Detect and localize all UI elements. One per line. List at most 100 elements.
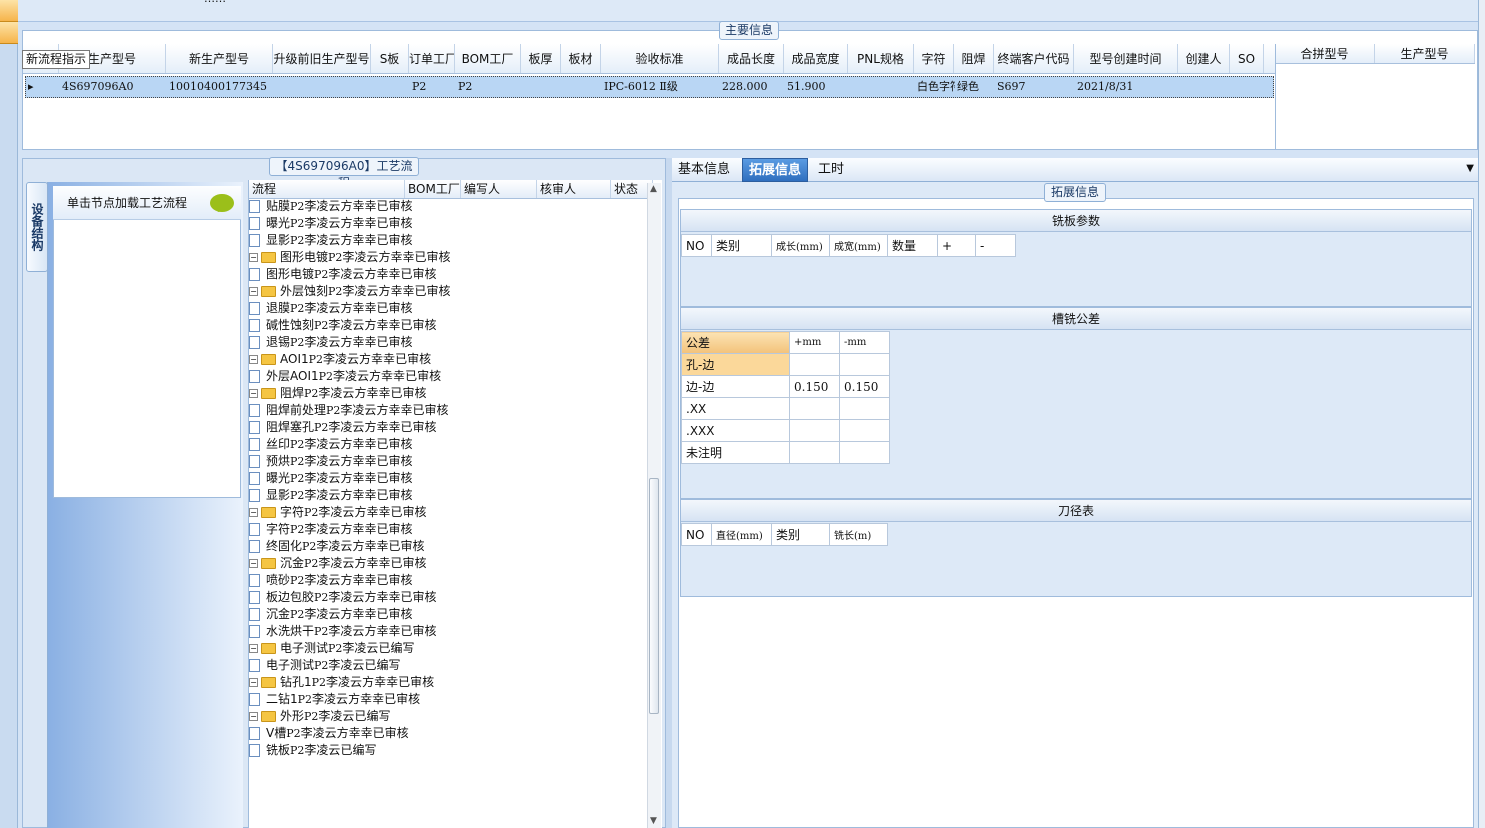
dock-tab-1[interactable]: [0, 0, 18, 22]
tree-node[interactable]: 显影: [249, 233, 290, 247]
tree-column-header[interactable]: 核审人: [537, 180, 611, 198]
column-header[interactable]: 终端客户代码: [994, 44, 1074, 73]
grid-cell[interactable]: 4S697096A0: [60, 77, 167, 97]
slot-tolerance-row[interactable]: 边-边 0.150 0.150: [681, 375, 890, 398]
collapse-icon[interactable]: −: [249, 253, 258, 262]
tree-row[interactable]: 水洗烘干P2李凌云方幸幸已审核: [249, 622, 662, 639]
tree-row[interactable]: 外层AOI1P2李凌云方幸幸已审核: [249, 367, 662, 384]
tree-node[interactable]: 碱性蚀刻: [249, 318, 314, 332]
slot-tolerance-value[interactable]: [839, 353, 890, 376]
tree-row[interactable]: 电子测试P2李凌云已编写: [249, 656, 662, 673]
grid-cell[interactable]: [1179, 77, 1231, 97]
tree-row[interactable]: − 外形P2李凌云已编写: [249, 707, 662, 724]
tree-node[interactable]: 图形电镀: [249, 267, 314, 281]
tree-node[interactable]: 阻焊塞孔: [249, 420, 314, 434]
collapse-icon[interactable]: −: [249, 644, 258, 653]
tree-node[interactable]: 预烘: [249, 454, 290, 468]
tree-node[interactable]: − 电子测试: [249, 641, 328, 655]
tree-row[interactable]: − AOI1P2李凌云方幸幸已审核: [249, 350, 662, 367]
grid-cell[interactable]: 10010400177345: [167, 77, 274, 97]
tree-row[interactable]: 退锡P2李凌云方幸幸已审核: [249, 333, 662, 350]
tab-work-hours[interactable]: 工时: [812, 158, 850, 182]
tree-node[interactable]: − 阻焊: [249, 386, 304, 400]
side-column-header[interactable]: 生产型号: [1375, 44, 1475, 63]
tree-node[interactable]: 水洗烘干: [249, 624, 314, 638]
grid-cell[interactable]: 白色字符: [915, 77, 955, 97]
slot-tolerance-row[interactable]: .XX: [681, 397, 890, 420]
column-header[interactable]: 字符: [914, 44, 954, 73]
tree-row[interactable]: 图形电镀P2李凌云方幸幸已审核: [249, 265, 662, 282]
tree-node[interactable]: 字符: [249, 522, 290, 536]
tree-row[interactable]: 阻焊前处理P2李凌云方幸幸已审核: [249, 401, 662, 418]
column-header[interactable]: 升级前旧生产型号: [273, 44, 371, 73]
collapse-icon[interactable]: −: [249, 559, 258, 568]
tree-row[interactable]: 喷砂P2李凌云方幸幸已审核: [249, 571, 662, 588]
slot-tolerance-row[interactable]: 未注明: [681, 441, 890, 464]
tree-row[interactable]: 二钻1P2李凌云方幸幸已审核: [249, 690, 662, 707]
tree-node[interactable]: − 外形: [249, 709, 304, 723]
tree-row[interactable]: 板边包胶P2李凌云方幸幸已审核: [249, 588, 662, 605]
tree-node[interactable]: 外层AOI1: [249, 369, 319, 383]
column-header[interactable]: 新生产型号: [166, 44, 273, 73]
slot-tolerance-value[interactable]: 0.150: [839, 375, 890, 398]
tree-row[interactable]: 沉金P2李凌云方幸幸已审核: [249, 605, 662, 622]
tree-node[interactable]: 显影: [249, 488, 290, 502]
tree-row[interactable]: − 沉金P2李凌云方幸幸已审核: [249, 554, 662, 571]
scroll-up-icon[interactable]: ▲: [650, 184, 657, 194]
tree-row[interactable]: 显影P2李凌云方幸幸已审核: [249, 486, 662, 503]
tree-node[interactable]: 板边包胶: [249, 590, 314, 604]
tab-extended-info[interactable]: 拓展信息: [742, 158, 809, 182]
tree-row[interactable]: 预烘P2李凌云方幸幸已审核: [249, 452, 662, 469]
milling-param-header[interactable]: -: [975, 234, 1016, 257]
milling-param-header[interactable]: +: [937, 234, 976, 257]
tree-node[interactable]: 二钻1: [249, 692, 298, 706]
slot-tolerance-value[interactable]: [839, 441, 890, 464]
tool-diameter-header[interactable]: 铣长(m): [829, 523, 888, 546]
grid-cell[interactable]: 绿色: [955, 77, 995, 97]
tree-row[interactable]: − 电子测试P2李凌云已编写: [249, 639, 662, 656]
tree-node[interactable]: 铣板: [249, 743, 290, 757]
grid-cell[interactable]: P2: [410, 77, 456, 97]
column-header[interactable]: S板: [371, 44, 409, 73]
tree-column-header[interactable]: 流程: [249, 180, 405, 198]
tree-node[interactable]: 电子测试: [249, 658, 314, 672]
tree-node[interactable]: 贴膜: [249, 199, 290, 213]
tree-node[interactable]: V槽: [249, 726, 286, 740]
tree-row[interactable]: 碱性蚀刻P2李凌云方幸幸已审核: [249, 316, 662, 333]
grid-cell[interactable]: 228.000: [720, 77, 785, 97]
column-header[interactable]: SO: [1230, 44, 1264, 73]
tree-row[interactable]: − 图形电镀P2李凌云方幸幸已审核: [249, 248, 662, 265]
column-header[interactable]: 成品长度: [719, 44, 784, 73]
column-header[interactable]: 创建人: [1178, 44, 1230, 73]
tree-node[interactable]: 退锡: [249, 335, 290, 349]
scroll-down-icon[interactable]: ▼: [650, 816, 657, 826]
grid-cell[interactable]: [274, 77, 372, 97]
slot-tolerance-value[interactable]: 0.150: [789, 375, 840, 398]
milling-param-header[interactable]: 成宽(mm): [829, 234, 888, 257]
collapse-icon[interactable]: −: [249, 389, 258, 398]
tree-node[interactable]: 曝光: [249, 471, 290, 485]
tree-node[interactable]: − 钻孔1: [249, 675, 312, 689]
tree-row[interactable]: 退膜P2李凌云方幸幸已审核: [249, 299, 662, 316]
tree-node[interactable]: − 外层蚀刻: [249, 284, 328, 298]
column-header[interactable]: BOM工厂: [455, 44, 521, 73]
tree-node[interactable]: 曝光: [249, 216, 290, 230]
tree-scroll-thumb[interactable]: [649, 478, 659, 714]
tool-diameter-header[interactable]: NO: [681, 523, 712, 546]
tree-row[interactable]: − 钻孔1P2李凌云方幸幸已审核: [249, 673, 662, 690]
column-header[interactable]: 订单工厂: [409, 44, 455, 73]
tree-node[interactable]: − 沉金: [249, 556, 304, 570]
grid-cell[interactable]: [522, 77, 562, 97]
slot-tolerance-value[interactable]: [839, 397, 890, 420]
tree-row[interactable]: 曝光P2李凌云方幸幸已审核: [249, 214, 662, 231]
milling-param-header[interactable]: 成长(mm): [771, 234, 830, 257]
tree-row[interactable]: − 外层蚀刻P2李凌云方幸幸已审核: [249, 282, 662, 299]
device-structure-tab[interactable]: 设备结构: [26, 182, 48, 272]
column-header[interactable]: 板厚: [521, 44, 561, 73]
milling-param-header[interactable]: 类别: [711, 234, 772, 257]
tree-node[interactable]: − 字符: [249, 505, 304, 519]
column-header[interactable]: 型号创建时间: [1074, 44, 1178, 73]
tree-row[interactable]: 贴膜P2李凌云方幸幸已审核: [249, 197, 662, 214]
slot-tolerance-value[interactable]: [789, 353, 840, 376]
tree-row[interactable]: 曝光P2李凌云方幸幸已审核: [249, 469, 662, 486]
